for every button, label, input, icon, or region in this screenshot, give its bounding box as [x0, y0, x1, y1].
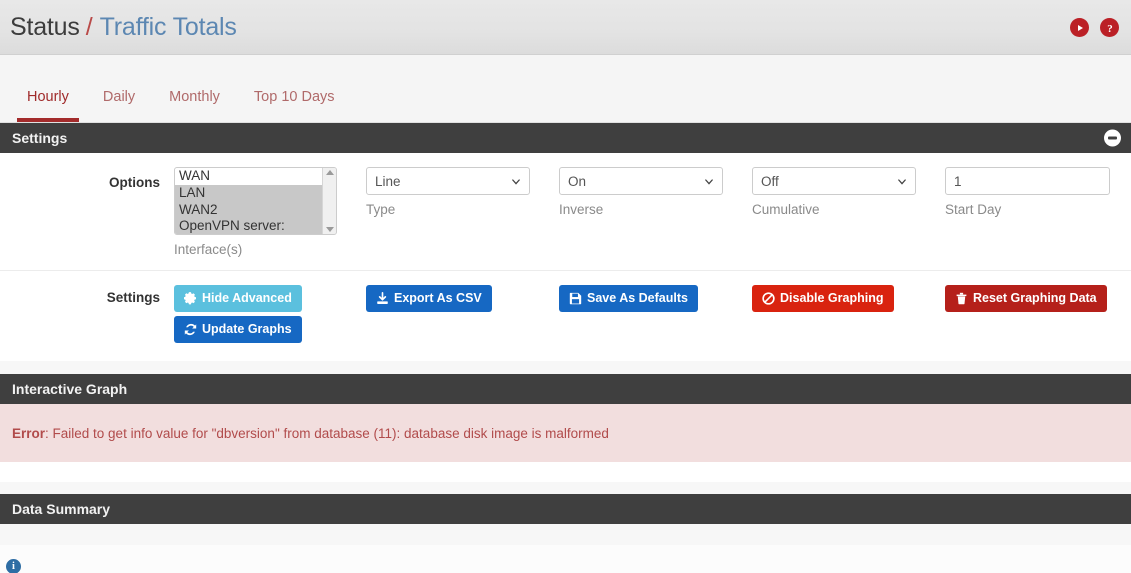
- breadcrumb-bar: Status / Traffic Totals ?: [0, 0, 1131, 55]
- play-circle-icon[interactable]: [1070, 18, 1089, 37]
- breadcrumb-separator: /: [85, 12, 93, 41]
- start-day-value: 1: [954, 173, 962, 189]
- type-field-group: Line Type: [366, 167, 559, 257]
- options-fields: WAN LAN WAN2 OpenVPN server: Interface(s…: [174, 167, 1131, 257]
- trash-icon: [956, 292, 967, 305]
- breadcrumb-current[interactable]: Traffic Totals: [100, 13, 237, 42]
- floppy-disk-icon: [569, 292, 582, 305]
- list-item[interactable]: OpenVPN server:: [175, 218, 336, 234]
- type-select-value: Line: [375, 173, 401, 189]
- breadcrumb-root: Status: [10, 12, 80, 41]
- svg-text:?: ?: [1107, 23, 1113, 35]
- graph-panel-heading: Interactive Graph: [0, 374, 1131, 404]
- cumulative-help-text: Cumulative: [752, 202, 820, 217]
- type-help-text: Type: [366, 202, 396, 217]
- info-icon-glyph: i: [12, 561, 15, 572]
- settings-panel-heading: Settings: [0, 123, 1131, 153]
- list-item[interactable]: WAN2: [175, 201, 336, 219]
- error-message: : Failed to get info value for "dbversio…: [45, 425, 609, 441]
- update-graphs-cell: Update Graphs: [174, 316, 366, 343]
- list-item[interactable]: WAN: [175, 168, 336, 185]
- options-form-row: Options WAN LAN WAN2 OpenVPN server: Int…: [0, 153, 1131, 271]
- cumulative-field-group: Off Cumulative: [752, 167, 945, 257]
- inverse-field-group: On Inverse: [559, 167, 752, 257]
- header-icon-group: ?: [1070, 18, 1119, 37]
- info-circle-icon[interactable]: i: [6, 559, 21, 573]
- minus-circle-icon[interactable]: [1104, 129, 1121, 147]
- gear-icon: [184, 292, 196, 305]
- summary-panel-heading: Data Summary: [0, 494, 1131, 524]
- save-defaults-cell: Save As Defaults: [559, 285, 752, 312]
- interfaces-field-group: WAN LAN WAN2 OpenVPN server: Interface(s…: [174, 167, 366, 257]
- disable-graphing-cell: Disable Graphing: [752, 285, 945, 312]
- summary-panel-title: Data Summary: [12, 501, 111, 517]
- update-graphs-spacer: [0, 316, 174, 324]
- settings-button-form-row: Settings Hide Advanced Export As CSV Sav…: [0, 271, 1131, 316]
- hide-advanced-button[interactable]: Hide Advanced: [174, 285, 302, 312]
- interfaces-multiselect[interactable]: WAN LAN WAN2 OpenVPN server:: [174, 167, 337, 235]
- refresh-icon: [184, 323, 197, 336]
- cumulative-select[interactable]: Off: [752, 167, 916, 195]
- reset-graphing-cell: Reset Graphing Data: [945, 285, 1120, 312]
- reset-graphing-data-label: Reset Graphing Data: [973, 291, 1097, 306]
- graph-error-alert: Error: Failed to get info value for "dbv…: [0, 404, 1131, 462]
- start-day-field-group: 1 Start Day: [945, 167, 1120, 257]
- cumulative-select-value: Off: [761, 173, 779, 189]
- list-item[interactable]: LAN: [175, 184, 336, 202]
- graph-panel-title: Interactive Graph: [12, 381, 128, 397]
- interfaces-scrollbar[interactable]: [322, 168, 336, 234]
- scroll-up-icon[interactable]: [325, 170, 334, 175]
- scroll-down-icon[interactable]: [325, 227, 334, 232]
- update-graphs-label: Update Graphs: [202, 322, 292, 337]
- options-label: Options: [109, 175, 160, 190]
- download-icon: [377, 292, 388, 304]
- tab-bar: Hourly Daily Monthly Top 10 Days: [0, 55, 1131, 123]
- settings-buttons-fields: Hide Advanced Export As CSV Save As Defa…: [174, 285, 1131, 312]
- update-graphs-fields: Update Graphs: [174, 316, 1131, 343]
- export-as-csv-label: Export As CSV: [394, 291, 482, 306]
- graph-panel-footer: [0, 462, 1131, 482]
- tab-daily[interactable]: Daily: [86, 89, 152, 123]
- export-as-csv-button[interactable]: Export As CSV: [366, 285, 492, 312]
- panel-gap-1: [0, 361, 1131, 374]
- tab-hourly[interactable]: Hourly: [10, 89, 86, 123]
- save-as-defaults-button[interactable]: Save As Defaults: [559, 285, 698, 312]
- chevron-down-icon: [512, 179, 520, 185]
- settings-panel-body: Options WAN LAN WAN2 OpenVPN server: Int…: [0, 153, 1131, 361]
- inverse-help-text: Inverse: [559, 202, 604, 217]
- hide-advanced-label: Hide Advanced: [202, 291, 292, 306]
- tab-top-10-days[interactable]: Top 10 Days: [237, 89, 352, 123]
- inverse-select-value: On: [568, 173, 587, 189]
- settings-buttons-label: Settings: [106, 290, 160, 305]
- reset-graphing-data-button[interactable]: Reset Graphing Data: [945, 285, 1107, 312]
- settings-panel-title: Settings: [12, 130, 68, 146]
- chevron-down-icon: [705, 179, 713, 185]
- tab-monthly[interactable]: Monthly: [152, 89, 237, 123]
- export-csv-cell: Export As CSV: [366, 285, 559, 312]
- disable-graphing-label: Disable Graphing: [780, 291, 884, 306]
- save-as-defaults-label: Save As Defaults: [587, 291, 688, 306]
- inverse-select[interactable]: On: [559, 167, 723, 195]
- summary-panel-body: i: [0, 545, 1131, 573]
- type-select[interactable]: Line: [366, 167, 530, 195]
- ban-icon: [762, 292, 775, 305]
- panel-gap-2: [0, 482, 1131, 494]
- update-graphs-form-row: Update Graphs: [0, 316, 1131, 361]
- update-graphs-button[interactable]: Update Graphs: [174, 316, 302, 343]
- help-circle-icon[interactable]: ?: [1100, 18, 1119, 37]
- chevron-down-icon: [898, 179, 906, 185]
- summary-top-gap: [0, 524, 1131, 545]
- disable-graphing-button[interactable]: Disable Graphing: [752, 285, 894, 312]
- hide-advanced-cell: Hide Advanced: [174, 285, 366, 312]
- interfaces-help-text: Interface(s): [174, 242, 243, 257]
- start-day-input[interactable]: 1: [945, 167, 1110, 195]
- start-day-help-text: Start Day: [945, 202, 1002, 217]
- error-prefix: Error: [12, 425, 46, 441]
